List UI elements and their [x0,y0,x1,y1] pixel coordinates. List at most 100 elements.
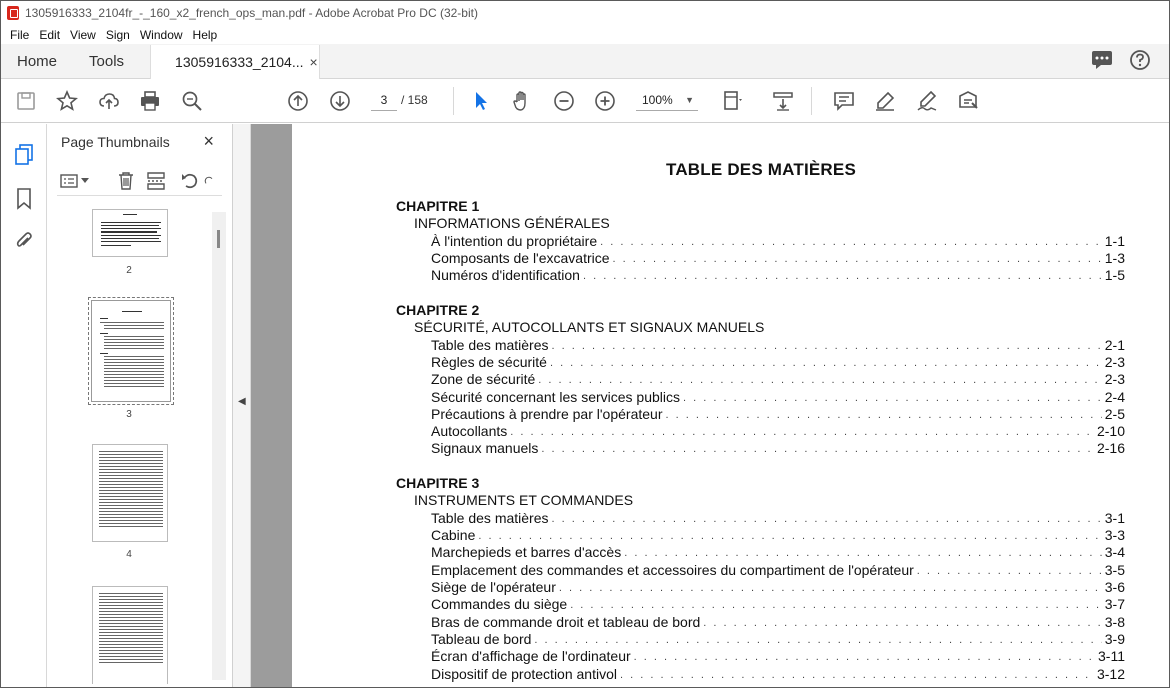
tab-document[interactable]: 1305916333_2104... × [150,45,321,79]
thumbnail-scrollbar[interactable] [212,212,226,680]
highlight-icon[interactable] [872,88,898,114]
acrobat-logo-icon [7,6,19,20]
toc-entry[interactable]: Commandes du siège 3-7 [431,594,1125,612]
chevron-down-icon[interactable] [79,170,91,192]
rotate-left-icon[interactable] [179,170,201,192]
menu-view[interactable]: View [65,28,101,42]
toc-leader [665,408,1101,422]
menu-sign[interactable]: Sign [101,28,135,42]
page-thumbnails-icon[interactable] [13,144,35,166]
toc-leader [552,339,1102,353]
toc-entry-text: Composants de l'excavatrice [431,250,610,266]
comment-icon[interactable] [831,88,857,114]
toc-entry[interactable]: Écran d'affichage de l'ordinateur 3-11 [431,646,1125,664]
page-number-input[interactable]: 3 [371,89,397,111]
thumbnail-page-5[interactable] [92,586,168,684]
menu-file[interactable]: File [5,28,34,42]
window-title: 1305916333_2104fr_-_160_x2_french_ops_ma… [25,6,478,20]
panel-toolbar [57,168,222,196]
scroll-mode-icon[interactable] [770,88,796,114]
chat-icon[interactable] [1091,50,1113,73]
toc-entry[interactable]: Sécurité concernant les services publics… [431,387,1125,405]
zoom-in-icon[interactable] [592,88,618,114]
help-icon[interactable] [1129,49,1151,74]
menu-help[interactable]: Help [188,28,223,42]
toc-entry[interactable]: Emplacement des commandes et accessoires… [431,560,1125,578]
sign-icon[interactable] [914,88,940,114]
close-panel-button[interactable]: × [203,131,214,152]
toc-entry-text: Marchepieds et barres d'accès [431,544,622,560]
title-bar: 1305916333_2104fr_-_160_x2_french_ops_ma… [1,1,1169,25]
toc-entry-text: Sécurité concernant les services publics [431,389,681,405]
toc-entry[interactable]: À l'intention du propriétaire 1-1 [431,231,1125,249]
page-total: / 158 [401,93,428,107]
toc-entry-page: 2-10 [1096,423,1125,439]
toc-entry-text: Règles de sécurité [431,354,547,370]
zoom-select[interactable]: 100% ▼ [636,89,698,111]
menu-bar: File Edit View Sign Window Help [1,25,1169,44]
toc-leader [510,425,1094,439]
pdf-page: TABLE DES MATIÈRES CHAPITRE 1 INFORMATIO… [292,124,1169,687]
toc-entry-page: 2-3 [1104,354,1125,370]
toc-entry[interactable]: Tableau de bord 3-9 [431,629,1125,647]
toc-entry[interactable]: Table des matières 2-1 [431,335,1125,353]
toc-leader [541,442,1094,456]
trash-icon[interactable] [115,170,137,192]
toc-entry[interactable]: Autocollants 2-10 [431,421,1125,439]
panel-collapse-handle[interactable]: ◀ [233,124,251,687]
panel-title: Page Thumbnails [61,134,170,150]
toc-entry-text: Dispositif de protection antivol [431,666,617,682]
thumbnail-page-3[interactable] [88,297,174,405]
tab-tools[interactable]: Tools [73,44,140,78]
toc-leader [534,633,1101,647]
toc-entry[interactable]: Marchepieds et barres d'accès 3-4 [431,542,1125,560]
tab-home[interactable]: Home [1,44,73,78]
toc-entry[interactable]: Composants de l'excavatrice 1-3 [431,248,1125,266]
toc-entry-text: Bras de commande droit et tableau de bor… [431,614,701,630]
thumbnail-scrollbar-thumb[interactable] [217,230,220,248]
page-up-icon[interactable] [285,88,311,114]
page-down-icon[interactable] [327,88,353,114]
toc-entry[interactable]: Précautions à prendre par l'opérateur 2-5 [431,404,1125,422]
toc-entry[interactable]: Zone de sécurité 2-3 [431,369,1125,387]
bookmark-icon[interactable] [13,188,35,210]
insert-page-icon[interactable] [145,170,167,192]
toc-entry-text: Signaux manuels [431,440,539,456]
options-menu-icon[interactable] [59,170,81,192]
toc-entry-page: 2-3 [1104,371,1125,387]
save-icon[interactable] [13,88,39,114]
toc-entry[interactable]: Signaux manuels 2-16 [431,438,1125,456]
hand-icon[interactable] [509,88,535,114]
fill-sign-icon[interactable] [955,88,981,114]
toc-entry[interactable]: Dispositif de protection antivol 3-12 [431,664,1125,682]
page-fit-icon[interactable] [719,88,745,114]
toc-entry[interactable]: Cabine 3-3 [431,525,1125,543]
select-cursor-icon[interactable] [468,88,494,114]
tab-close-button[interactable]: × [310,54,318,70]
menu-edit[interactable]: Edit [34,28,65,42]
attachment-icon[interactable] [13,230,35,252]
toc-entry[interactable]: Règles de sécurité 2-3 [431,352,1125,370]
toc-entry-page: 2-16 [1096,440,1125,456]
toc-entry[interactable]: Table des matières 3-1 [431,508,1125,526]
zoom-out-icon[interactable] [551,88,577,114]
toc-entry-text: Siège de l'opérateur [431,579,556,595]
toc-entry[interactable]: Numéros d'identification 1-5 [431,265,1125,283]
menu-window[interactable]: Window [135,28,188,42]
rotate-right-icon[interactable] [203,170,215,192]
toc-entry-page: 3-5 [1104,562,1125,578]
toc-entry-text: Emplacement des commandes et accessoires… [431,562,914,578]
toc-entry[interactable]: Bras de commande droit et tableau de bor… [431,612,1125,630]
toc-entry[interactable]: Siège de l'opérateur 3-6 [431,577,1125,595]
toc-entry-text: Numéros d'identification [431,267,580,283]
zoom-value: 100% [642,93,673,107]
print-icon[interactable] [137,88,163,114]
cloud-upload-icon[interactable] [96,88,122,114]
chapter-heading: CHAPITRE 3 [396,475,480,491]
thumbnail-page-4[interactable] [92,444,168,542]
toc-entry-text: Table des matières [431,337,549,353]
search-zoom-icon[interactable] [179,88,205,114]
thumbnail-page-2[interactable] [92,209,168,257]
section-heading: INFORMATIONS GÉNÉRALES [414,215,610,231]
star-icon[interactable] [54,88,80,114]
